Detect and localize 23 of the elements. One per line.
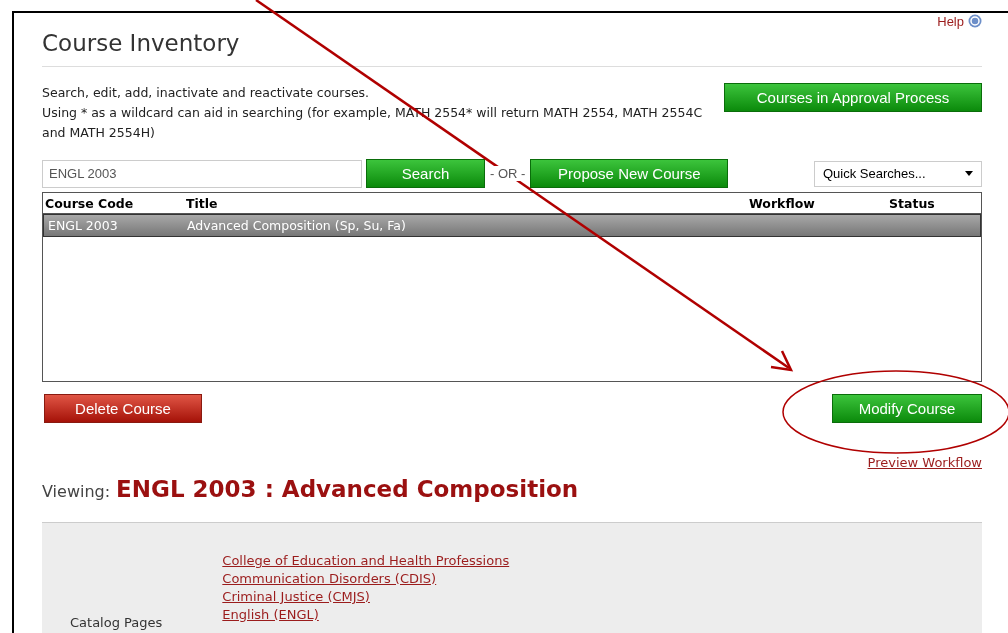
- column-header: Workflow: [749, 195, 816, 211]
- catalog-link[interactable]: College of Education and Health Professions: [222, 553, 510, 568]
- table-cell-text: Advanced Composition (Sp, Su, Fa): [187, 218, 407, 233]
- or-separator: - OR -: [489, 166, 527, 181]
- column-header: Status: [889, 195, 936, 211]
- help-link[interactable]: Help: [937, 13, 964, 29]
- course-heading: ENGL 2003 : Advanced Composition: [116, 476, 579, 502]
- column-header: Title: [186, 195, 219, 211]
- quick-searches-dropdown[interactable]: Quick Searches...: [814, 160, 982, 187]
- column-header: Course Code: [44, 195, 135, 211]
- catalog-link[interactable]: Criminal Justice (CMJS): [222, 589, 510, 604]
- intro-text: Search, edit, add, inactivate and reactivate courses.: [42, 84, 371, 102]
- catalog-link[interactable]: Communication Disorders (CDIS): [222, 571, 510, 586]
- catalog-pages-label: Catalog Pages: [70, 615, 163, 630]
- delete-course-button[interactable]: Delete Course: [44, 394, 202, 423]
- caret-icon: [965, 171, 973, 176]
- page-title: Course Inventory: [42, 30, 982, 67]
- search-field[interactable]: ENGL 2003: [42, 159, 362, 188]
- table-cell-text: ENGL 2003: [47, 218, 119, 233]
- preview-workflow-link[interactable]: Preview Workflow: [867, 455, 982, 470]
- catalog-link[interactable]: English (ENGL): [222, 607, 510, 622]
- viewing-label: Viewing:: [42, 482, 111, 501]
- help-icon[interactable]: [968, 14, 982, 28]
